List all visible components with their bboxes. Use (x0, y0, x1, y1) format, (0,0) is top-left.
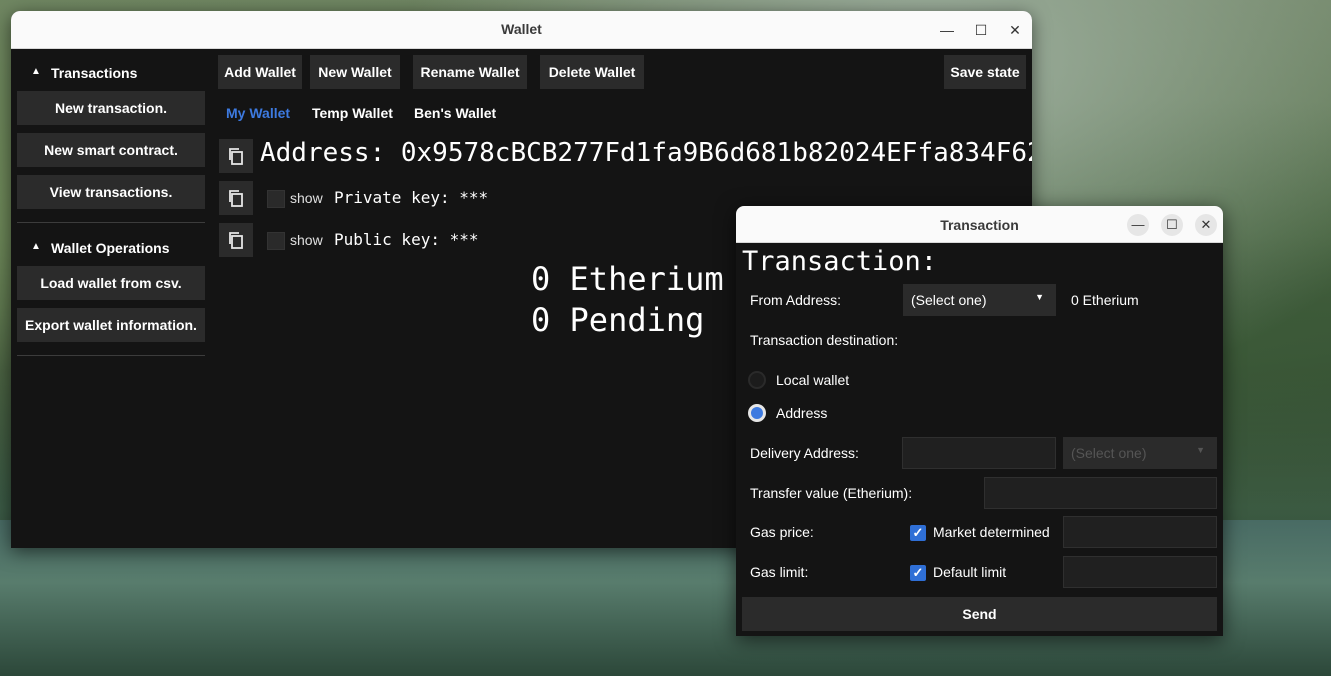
transaction-heading: Transaction: (742, 246, 938, 277)
gas-limit-label: Gas limit: (750, 564, 809, 580)
delivery-address-select-placeholder: (Select one) (1071, 445, 1147, 461)
default-limit-label[interactable]: Default limit (933, 564, 1006, 580)
transfer-value-input[interactable] (984, 477, 1217, 509)
gas-limit-input[interactable] (1063, 556, 1217, 588)
transaction-titlebar[interactable]: Transaction — ☐ ✕ (736, 206, 1223, 243)
dropdown-arrow-icon: ▼ (1196, 445, 1205, 455)
tab-temp-wallet[interactable]: Temp Wallet (312, 105, 393, 121)
minimize-icon[interactable]: — (937, 20, 957, 40)
close-icon[interactable]: ✕ (1005, 20, 1025, 40)
copy-icon (229, 232, 243, 249)
transactions-section-label: Transactions (51, 65, 138, 81)
minimize-icon[interactable]: — (1127, 214, 1149, 236)
show-public-key-checkbox[interactable] (267, 232, 285, 250)
transaction-dialog: Transaction — ☐ ✕ Transaction: From Addr… (736, 206, 1223, 636)
gas-price-label: Gas price: (750, 524, 814, 540)
export-wallet-info-button[interactable]: Export wallet information. (17, 308, 205, 342)
from-address-select[interactable]: (Select one) ▼ (903, 284, 1056, 316)
transaction-destination-label: Transaction destination: (750, 332, 899, 348)
wallet-operations-section-label: Wallet Operations (51, 240, 170, 256)
local-wallet-radio-label[interactable]: Local wallet (776, 372, 849, 388)
sidebar-divider (17, 222, 205, 223)
show-private-key-label: show (290, 190, 323, 206)
copy-public-key-button[interactable] (219, 223, 253, 257)
transaction-dialog-title: Transaction (940, 217, 1019, 233)
copy-icon (229, 148, 243, 165)
maximize-icon[interactable]: ☐ (1161, 214, 1183, 236)
address-radio-label[interactable]: Address (776, 405, 827, 421)
default-limit-checkbox[interactable]: ✓ (910, 565, 926, 581)
copy-private-key-button[interactable] (219, 181, 253, 215)
wallet-window-title: Wallet (501, 21, 542, 37)
show-public-key-label: show (290, 232, 323, 248)
wallet-address: Address: 0x9578cBCB277Fd1fa9B6d681b82024… (260, 138, 1032, 168)
maximize-icon[interactable]: ☐ (971, 20, 991, 40)
rename-wallet-button[interactable]: Rename Wallet (413, 55, 527, 89)
market-determined-checkbox[interactable]: ✓ (910, 525, 926, 541)
save-state-button[interactable]: Save state (944, 55, 1026, 89)
sidebar-divider (17, 355, 205, 356)
from-address-select-value: (Select one) (911, 292, 987, 308)
tab-my-wallet[interactable]: My Wallet (226, 105, 290, 121)
collapse-triangle-icon[interactable]: ▲ (31, 66, 41, 77)
transactions-section-header[interactable]: ▲ Transactions (11, 63, 205, 87)
new-transaction-button[interactable]: New transaction. (17, 91, 205, 125)
public-key-text: Public key: *** (334, 230, 479, 249)
new-smart-contract-button[interactable]: New smart contract. (17, 133, 205, 167)
market-determined-label[interactable]: Market determined (933, 524, 1050, 540)
load-wallet-csv-button[interactable]: Load wallet from csv. (17, 266, 205, 300)
copy-address-button[interactable] (219, 139, 253, 173)
add-wallet-button[interactable]: Add Wallet (218, 55, 302, 89)
show-private-key-checkbox[interactable] (267, 190, 285, 208)
address-radio[interactable] (748, 404, 766, 422)
wallet-operations-section-header[interactable]: ▲ Wallet Operations (11, 238, 205, 262)
delivery-address-label: Delivery Address: (750, 445, 859, 461)
close-icon[interactable]: ✕ (1195, 214, 1217, 236)
balance-pending: 0 Pending (531, 301, 705, 339)
view-transactions-button[interactable]: View transactions. (17, 175, 205, 209)
local-wallet-radio[interactable] (748, 371, 766, 389)
from-address-balance: 0 Etherium (1071, 292, 1139, 308)
dropdown-arrow-icon: ▼ (1035, 292, 1044, 302)
balance-etherium: 0 Etherium (531, 260, 724, 298)
from-address-label: From Address: (750, 292, 842, 308)
copy-icon (229, 190, 243, 207)
gas-price-input[interactable] (1063, 516, 1217, 548)
wallet-titlebar[interactable]: Wallet — ☐ ✕ (11, 11, 1032, 49)
new-wallet-button[interactable]: New Wallet (310, 55, 400, 89)
transfer-value-label: Transfer value (Etherium): (750, 485, 913, 501)
delivery-address-select[interactable]: (Select one) ▼ (1063, 437, 1217, 469)
collapse-triangle-icon[interactable]: ▲ (31, 241, 41, 252)
delete-wallet-button[interactable]: Delete Wallet (540, 55, 644, 89)
tab-bens-wallet[interactable]: Ben's Wallet (414, 105, 496, 121)
send-button[interactable]: Send (742, 597, 1217, 631)
delivery-address-input[interactable] (902, 437, 1056, 469)
private-key-text: Private key: *** (334, 188, 489, 207)
sidebar: ▲ Transactions New transaction. New smar… (11, 49, 211, 548)
